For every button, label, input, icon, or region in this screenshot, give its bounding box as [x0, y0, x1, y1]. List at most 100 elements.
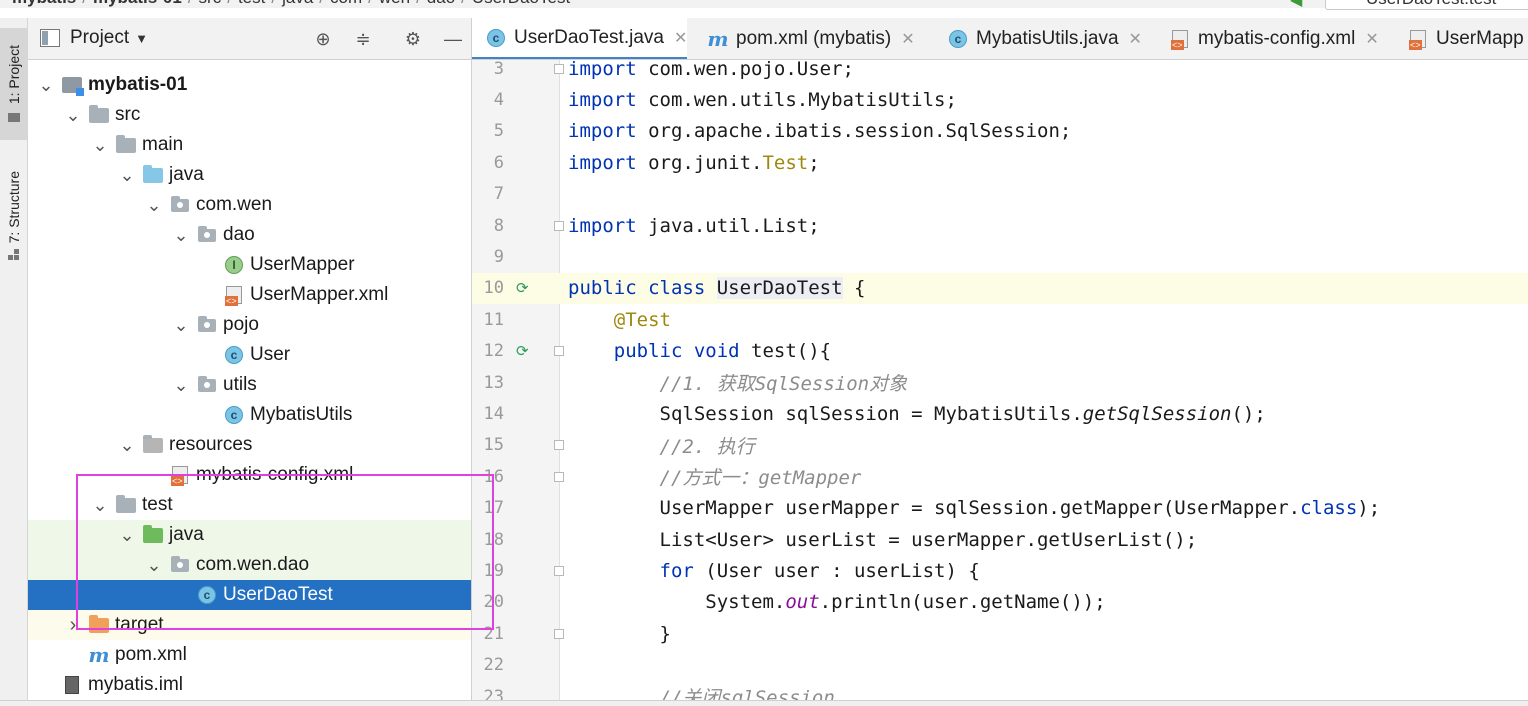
chevron-down-icon[interactable]: ⌄ — [63, 106, 83, 124]
chevron-right-icon[interactable]: › — [63, 614, 83, 637]
package-icon — [170, 195, 190, 214]
chevron-down-icon[interactable]: ⌄ — [144, 196, 164, 214]
tree-item-label: resources — [169, 434, 253, 455]
breadcrumb-item[interactable]: dao — [427, 0, 455, 8]
tree-item[interactable]: ⌄ pojo — [28, 310, 471, 340]
fold-marker-icon[interactable] — [554, 628, 564, 639]
tree-item[interactable]: ⌄ resources — [28, 430, 471, 460]
tree-item[interactable]: c MybatisUtils — [28, 400, 471, 430]
code-text[interactable]: import org.apache.ibatis.session.SqlSess… — [568, 120, 1071, 142]
tree-item[interactable]: › target — [28, 610, 471, 640]
package-icon — [197, 315, 217, 334]
close-icon[interactable]: ✕ — [1129, 29, 1142, 49]
structure-tool-button[interactable]: 7: Structure — [0, 156, 28, 276]
tree-item[interactable]: m pom.xml — [28, 640, 471, 670]
code-text[interactable]: import org.junit.Test; — [568, 152, 820, 174]
code-text[interactable]: public void test(){ — [568, 340, 831, 362]
tree-item[interactable]: ⌄ dao — [28, 220, 471, 250]
code-text[interactable]: } — [568, 623, 671, 645]
code-line: 5 import org.apache.ibatis.session.SqlSes… — [472, 116, 1528, 147]
code-text[interactable]: import java.util.List; — [568, 215, 820, 237]
fold-marker-icon[interactable] — [554, 440, 564, 451]
chevron-down-icon[interactable]: ⌄ — [36, 76, 56, 94]
fold-marker-icon[interactable] — [554, 346, 564, 357]
breadcrumb-item[interactable]: test — [238, 0, 265, 8]
chevron-down-icon[interactable]: ⌄ — [117, 436, 137, 454]
code-text[interactable]: System.out.println(user.getName()); — [568, 591, 1105, 613]
chevron-down-icon[interactable]: ⌄ — [171, 316, 191, 334]
code-line: 17 UserMapper userMapper = sqlSession.ge… — [472, 493, 1528, 524]
tree-item[interactable]: mybatis.iml — [28, 670, 471, 700]
fold-marker-icon[interactable] — [554, 471, 564, 482]
tree-item[interactable]: ⌄ utils — [28, 370, 471, 400]
run-configuration-selector[interactable]: UserDaoTest.test — [1325, 0, 1528, 10]
chevron-down-icon[interactable]: ⌄ — [117, 166, 137, 184]
code-text[interactable]: import com.wen.pojo.User; — [568, 58, 854, 80]
chevron-down-icon[interactable]: ⌄ — [90, 496, 110, 514]
run-arrow-icon[interactable]: ◀ — [1290, 0, 1302, 10]
code-text[interactable]: public class UserDaoTest { — [568, 277, 865, 300]
fold-marker-icon[interactable] — [554, 220, 564, 231]
tree-item[interactable]: ⌄ test — [28, 490, 471, 520]
chevron-down-icon[interactable]: ⌄ — [90, 136, 110, 154]
code-line: 11 @Test — [472, 304, 1528, 335]
chevron-down-icon[interactable]: ⌄ — [144, 556, 164, 574]
breadcrumb-item[interactable]: java — [282, 0, 313, 8]
project-folder-icon — [40, 29, 60, 47]
code-text[interactable]: SqlSession sqlSession = MybatisUtils.get… — [568, 403, 1266, 425]
tree-item[interactable]: ⌄ com.wen.dao — [28, 550, 471, 580]
chevron-down-icon[interactable]: ⌄ — [117, 526, 137, 544]
tree-item-label: com.wen — [196, 194, 273, 215]
locate-target-icon[interactable]: ⊕ — [312, 28, 334, 50]
breadcrumb-item[interactable]: src — [199, 0, 222, 8]
breadcrumb-item[interactable]: com — [330, 0, 362, 8]
breadcrumb-separator: / — [416, 0, 421, 8]
tree-item[interactable]: c User — [28, 340, 471, 370]
chevron-down-icon[interactable]: ⌄ — [171, 226, 191, 244]
run-test-icon[interactable]: ⟳ — [516, 342, 529, 360]
tree-item[interactable]: I UserMapper — [28, 250, 471, 280]
editor-tab-label: pom.xml (mybatis) — [736, 28, 892, 49]
collapse-all-icon[interactable]: ≑ — [352, 28, 374, 50]
tree-item[interactable]: ⌄ mybatis-01 — [28, 70, 471, 100]
project-tool-button[interactable]: 1: Project — [0, 28, 28, 140]
code-text[interactable]: import com.wen.utils.MybatisUtils; — [568, 89, 957, 111]
code-line: 22 — [472, 650, 1528, 681]
code-text[interactable]: //1. 获取SqlSession对象 — [568, 369, 908, 396]
xml-file-icon — [170, 466, 190, 486]
minimize-icon[interactable]: — — [442, 28, 464, 50]
maven-icon: m — [88, 643, 110, 667]
tree-item-label: UserDaoTest — [223, 584, 333, 605]
project-view-selector[interactable]: Project ▼ — [40, 27, 148, 49]
fold-marker-icon[interactable] — [554, 63, 564, 74]
code-text[interactable]: List<User> userList = userMapper.getUser… — [568, 529, 1198, 551]
tree-item[interactable]: ⌄ com.wen — [28, 190, 471, 220]
tree-item[interactable]: ⌄ java — [28, 520, 471, 550]
tree-item[interactable]: c UserDaoTest — [28, 580, 471, 610]
code-text[interactable]: //2. 执行 — [568, 432, 755, 459]
tree-item-label: pom.xml — [115, 644, 187, 665]
fold-marker-icon[interactable] — [554, 565, 564, 576]
code-text[interactable]: //方式一：getMapper — [568, 463, 862, 490]
gear-icon[interactable]: ⚙ — [402, 28, 424, 50]
close-icon[interactable]: ✕ — [901, 29, 914, 49]
close-icon[interactable]: ✕ — [1365, 29, 1378, 49]
tree-item-label: UserMapper.xml — [250, 284, 389, 305]
class-icon: c — [948, 30, 968, 48]
run-test-icon[interactable]: ⟳ — [516, 279, 529, 297]
close-icon[interactable]: ✕ — [674, 28, 687, 48]
tree-item[interactable]: ⌄ java — [28, 160, 471, 190]
code-text[interactable]: @Test — [568, 309, 671, 331]
tree-item[interactable]: ⌄ src — [28, 100, 471, 130]
breadcrumb-separator: / — [319, 0, 324, 8]
breadcrumb-item[interactable]: wen — [379, 0, 410, 8]
tree-item[interactable]: mybatis-config.xml — [28, 460, 471, 490]
code-text[interactable]: UserMapper userMapper = sqlSession.getMa… — [568, 497, 1381, 519]
tree-item[interactable]: ⌄ main — [28, 130, 471, 160]
tree-item[interactable]: UserMapper.xml — [28, 280, 471, 310]
chevron-down-icon[interactable]: ⌄ — [171, 376, 191, 394]
breadcrumb-item[interactable]: mybatis-01 — [93, 0, 182, 8]
breadcrumb-item[interactable]: UserDaoTest — [472, 0, 570, 8]
code-text[interactable]: for (User user : userList) { — [568, 560, 980, 582]
breadcrumb-item[interactable]: mybatis — [12, 0, 76, 8]
